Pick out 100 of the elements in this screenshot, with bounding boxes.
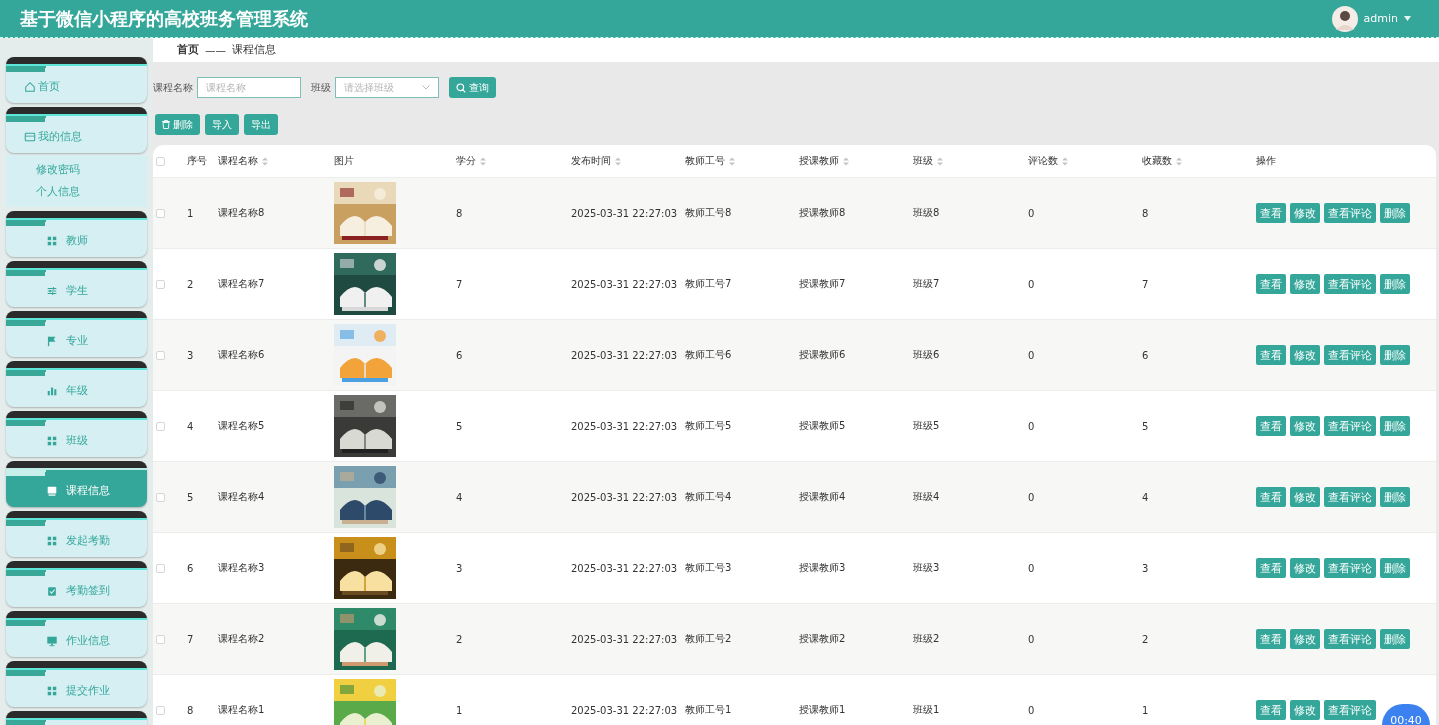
sort-icon[interactable]	[937, 156, 943, 166]
sidebar-item[interactable]: 年级	[6, 361, 147, 407]
action-button[interactable]: 导出	[244, 114, 278, 135]
breadcrumb-link[interactable]: 首页	[177, 43, 199, 57]
row-action-button[interactable]: 删除	[1380, 416, 1410, 436]
sidebar-item[interactable]: 作业信息	[6, 611, 147, 657]
sort-icon[interactable]	[729, 156, 735, 166]
column-header: 操作	[1256, 154, 1277, 168]
column-header[interactable]: 班级	[913, 154, 1028, 168]
sort-icon[interactable]	[843, 156, 849, 166]
table-cell-text: 授课教师1	[799, 703, 847, 717]
checkbox[interactable]	[156, 421, 165, 431]
row-action-button[interactable]: 删除	[1380, 487, 1410, 507]
table-cell-text: 0	[1028, 278, 1036, 290]
avatar-icon	[1331, 5, 1358, 32]
row-action-button[interactable]: 修改	[1290, 416, 1320, 436]
caret-icon[interactable]	[1404, 16, 1411, 21]
checkbox[interactable]	[156, 156, 165, 166]
input-field[interactable]: 课程名称	[197, 77, 301, 98]
sort-icon[interactable]	[615, 156, 621, 166]
table-cell-text: 3	[187, 349, 195, 361]
row-action-button[interactable]: 修改	[1290, 487, 1320, 507]
submenu-item[interactable]: 修改密码	[36, 163, 147, 177]
submenu-item[interactable]: 个人信息	[36, 185, 147, 199]
checkbox[interactable]	[156, 492, 165, 502]
column-header[interactable]: 发布时间	[571, 154, 685, 168]
row-action-button[interactable]: 删除	[1380, 629, 1410, 649]
sidebar-item[interactable]: 考勤签到	[6, 561, 147, 607]
row-action-button[interactable]: 删除	[1380, 345, 1410, 365]
checkbox[interactable]	[156, 208, 165, 218]
column-header[interactable]: 学分	[456, 154, 571, 168]
select-field[interactable]: 请选择班级	[335, 77, 439, 98]
sidebar-item[interactable]: 教师	[6, 211, 147, 257]
row-action-button[interactable]: 修改	[1290, 558, 1320, 578]
sidebar-item[interactable]: 发起考勤	[6, 511, 147, 557]
action-button[interactable]: 导入	[205, 114, 239, 135]
search-button[interactable]: 查询	[449, 77, 496, 98]
home-icon	[24, 81, 36, 93]
row-action-button[interactable]: 修改	[1290, 345, 1320, 365]
grid-icon	[46, 235, 58, 247]
column-header[interactable]: 评论数	[1028, 154, 1142, 168]
sliders-icon	[46, 285, 58, 297]
checkbox[interactable]	[156, 350, 165, 360]
table-cell-text: 2025-03-31 22:27:03	[571, 349, 679, 361]
row-action-button[interactable]: 删除	[1380, 274, 1410, 294]
row-action-button[interactable]: 删除	[1380, 203, 1410, 223]
row-action-button[interactable]: 删除	[1380, 558, 1410, 578]
sort-icon[interactable]	[1062, 156, 1068, 166]
table-cell-text: 2025-03-31 22:27:03	[571, 420, 679, 432]
row-action-button[interactable]: 查看评论	[1324, 416, 1376, 436]
row-action-button[interactable]: 查看评论	[1324, 558, 1376, 578]
row-action-button[interactable]: 查看	[1256, 345, 1286, 365]
sidebar-item[interactable]: 学生	[6, 261, 147, 307]
row-action-button[interactable]: 查看评论	[1324, 629, 1376, 649]
row-action-button[interactable]: 查看评论	[1324, 700, 1376, 720]
checkbox[interactable]	[156, 705, 165, 715]
sidebar-item[interactable]: 我的信息	[6, 107, 147, 153]
column-header: 图片	[334, 154, 355, 168]
table-cell-text: 8	[1142, 207, 1150, 219]
user-name[interactable]: admin	[1363, 12, 1398, 25]
table-cell-text: 4	[1142, 491, 1150, 503]
table-cell-text: 2025-03-31 22:27:03	[571, 278, 679, 290]
sidebar-item[interactable]: 专业	[6, 311, 147, 357]
row-action-button[interactable]: 查看评论	[1324, 203, 1376, 223]
row-action-button[interactable]: 查看	[1256, 700, 1286, 720]
sort-icon[interactable]	[262, 156, 268, 166]
table-cell-text: 7	[187, 633, 195, 645]
row-action-button[interactable]: 查看评论	[1324, 274, 1376, 294]
sidebar-item[interactable]: 提交作业	[6, 661, 147, 707]
row-action-button[interactable]: 查看	[1256, 558, 1286, 578]
sidebar-item[interactable]: 课程信息	[6, 461, 147, 507]
column-header[interactable]: 课程名称	[218, 154, 334, 168]
row-action-button[interactable]: 查看	[1256, 629, 1286, 649]
table-cell-text: 班级3	[913, 561, 941, 575]
row-action-button[interactable]: 查看	[1256, 487, 1286, 507]
row-action-button[interactable]: 修改	[1290, 700, 1320, 720]
table-cell-text: 2025-03-31 22:27:03	[571, 633, 679, 645]
delete-button[interactable]: 删除	[155, 114, 200, 135]
row-action-button[interactable]: 查看	[1256, 416, 1286, 436]
row-action-button[interactable]: 修改	[1290, 203, 1320, 223]
sort-icon[interactable]	[1176, 156, 1182, 166]
row-action-button[interactable]: 修改	[1290, 629, 1320, 649]
sidebar-item[interactable]: 首页	[6, 57, 147, 103]
row-action-button[interactable]: 修改	[1290, 274, 1320, 294]
column-header[interactable]: 教师工号	[685, 154, 799, 168]
grid-icon	[46, 685, 58, 697]
column-header[interactable]: 授课教师	[799, 154, 913, 168]
row-action-button[interactable]: 查看	[1256, 274, 1286, 294]
row-action-button[interactable]: 查看评论	[1324, 487, 1376, 507]
table-cell-text: 课程名称3	[218, 561, 266, 575]
checkbox[interactable]	[156, 279, 165, 289]
checkbox[interactable]	[156, 634, 165, 644]
checkbox[interactable]	[156, 563, 165, 573]
table-cell-text: 6	[456, 349, 464, 361]
column-header[interactable]: 收藏数	[1142, 154, 1256, 168]
table-cell-text: 授课教师8	[799, 206, 847, 220]
row-action-button[interactable]: 查看	[1256, 203, 1286, 223]
sidebar-item[interactable]: 班级	[6, 411, 147, 457]
row-action-button[interactable]: 查看评论	[1324, 345, 1376, 365]
sort-icon[interactable]	[480, 156, 486, 166]
